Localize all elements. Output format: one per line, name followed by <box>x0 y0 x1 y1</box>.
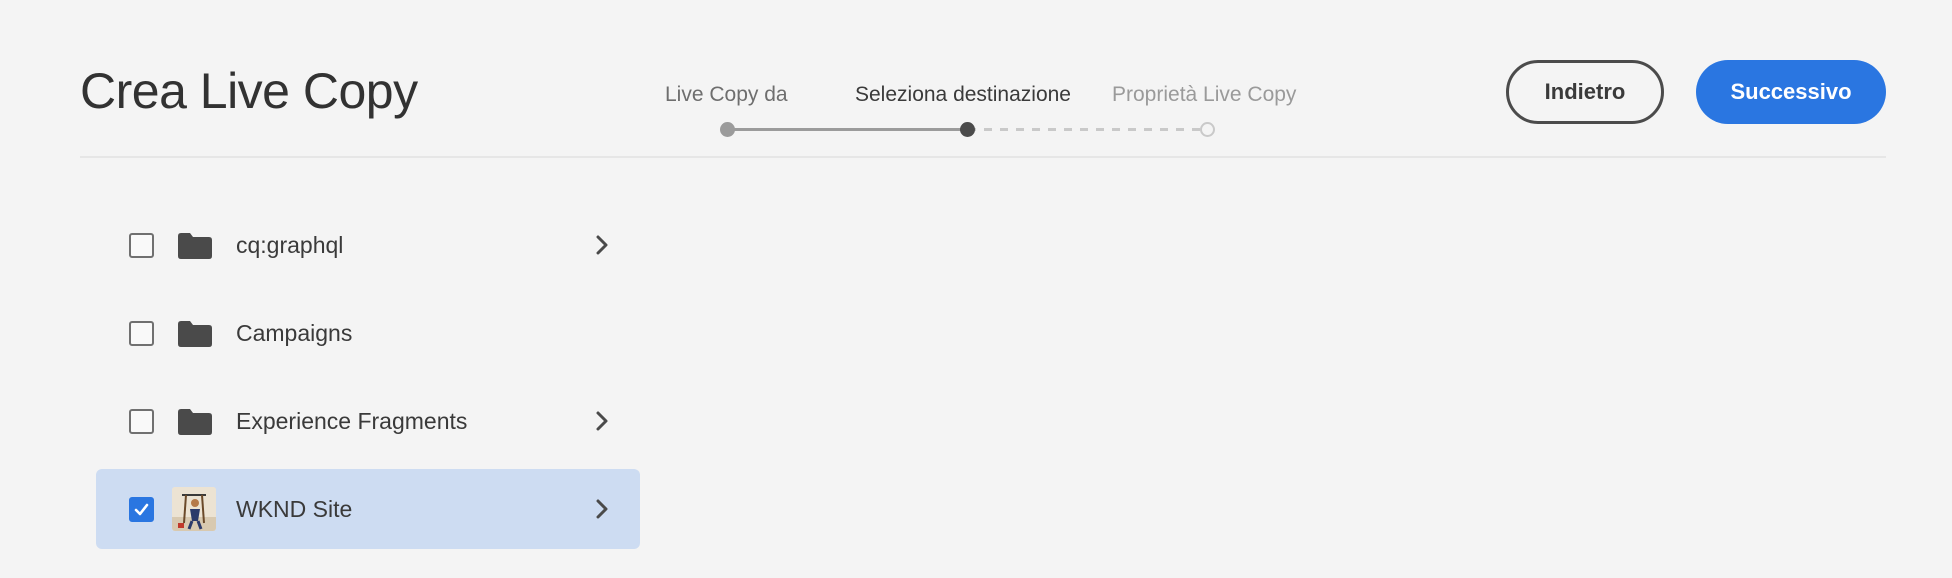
list-item-label: cq:graphql <box>236 232 344 258</box>
next-button[interactable]: Successivo <box>1696 60 1886 124</box>
list-item-wknd-site[interactable]: WKND Site <box>96 469 640 549</box>
chevron-right-icon[interactable] <box>592 498 612 520</box>
step-select-destination: Seleziona destinazione <box>855 83 1071 106</box>
chevron-right-icon[interactable] <box>592 410 612 432</box>
step-live-copy-properties: Proprietà Live Copy <box>1112 83 1297 106</box>
list-item-label: Campaigns <box>236 320 353 346</box>
site-thumbnail-icon <box>172 487 216 531</box>
create-live-copy-page: Crea Live Copy Live Copy da Seleziona de… <box>0 0 1952 578</box>
step-live-copy-from: Live Copy da <box>665 83 788 106</box>
list-item-experience-fragments[interactable]: Experience Fragments <box>96 381 640 461</box>
folder-icon <box>178 409 212 435</box>
list-item-cq-graphql[interactable]: cq:graphql <box>96 205 640 285</box>
destination-list: cq:graphql Campaigns Experience Fragment… <box>96 205 640 557</box>
step-dot-current <box>960 122 975 137</box>
folder-icon <box>178 321 212 347</box>
page-title: Crea Live Copy <box>80 63 418 119</box>
step-dot-completed <box>720 122 735 137</box>
header-divider <box>80 156 1886 158</box>
chevron-right-icon[interactable] <box>592 234 612 256</box>
list-item-label: WKND Site <box>236 496 353 522</box>
checkbox[interactable] <box>129 409 154 434</box>
list-item-label: Experience Fragments <box>236 408 468 434</box>
back-button[interactable]: Indietro <box>1506 60 1664 124</box>
step-dot-pending <box>1200 122 1215 137</box>
checkbox[interactable] <box>129 321 154 346</box>
list-item-campaigns[interactable]: Campaigns <box>96 293 640 373</box>
checkbox[interactable] <box>129 233 154 258</box>
checkbox-checked[interactable] <box>129 497 154 522</box>
stepper-line-completed <box>728 128 968 131</box>
folder-icon <box>178 233 212 259</box>
stepper-line-pending <box>968 128 1208 131</box>
wizard-stepper: Live Copy da Seleziona destinazione Prop… <box>650 78 1330 148</box>
checkmark-icon <box>134 503 149 516</box>
